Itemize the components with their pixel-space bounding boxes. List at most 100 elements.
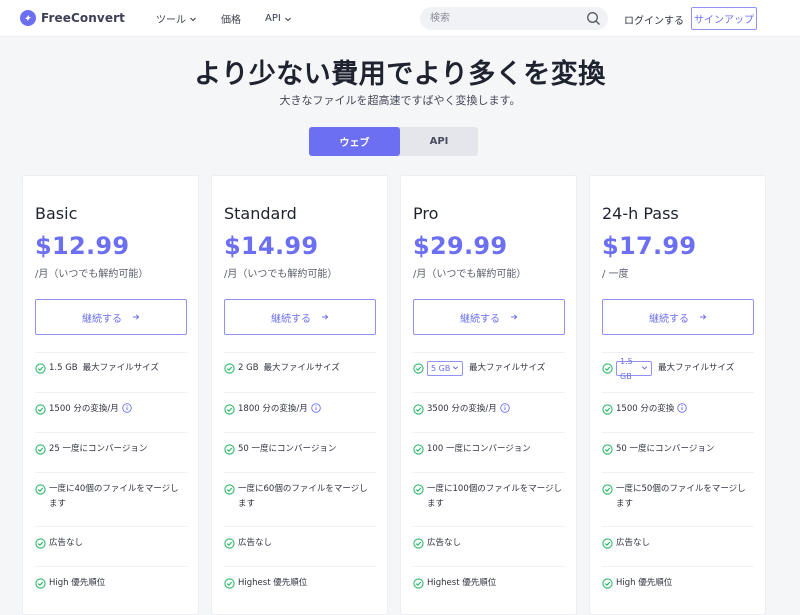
check-icon [413,484,424,495]
tab-api[interactable]: API [400,127,478,156]
feature-label: 一度に50個のファイルをマージします [616,484,746,509]
plan-price: $29.99 [413,232,508,260]
check-icon [413,578,424,589]
continue-button-label: 継続する [82,313,122,325]
feature-priority: High 優先順位 [602,566,754,606]
check-icon [35,404,46,415]
plan-type-toggle: ウェブ API [309,127,478,156]
feature-label: 分の変換/月 [73,404,119,414]
tab-web[interactable]: ウェブ [309,127,400,156]
main-nav: ツール 価格 API [156,11,316,26]
continue-button-label: 継続する [460,313,500,325]
feature-label: Highest 優先順位 [427,578,497,588]
plan-price: $17.99 [602,232,697,260]
feature-merge: 一度に40個のファイルをマージします [35,472,187,526]
arrow-right-icon [694,313,707,321]
check-icon [35,578,46,589]
feature-value: 1800 [238,404,260,414]
plan-period: /月（いつでも解約可能） [413,269,527,280]
check-icon [602,363,613,374]
feature-value: 1500 [616,404,638,414]
feature-value: 3500 [427,404,449,414]
feature-priority: High 優先順位 [35,566,187,606]
arrow-right-icon [316,313,329,321]
top-navbar: FreeConvert ツール 価格 API ログインする サインアップ [0,0,800,37]
feature-concurrent: 100 一度にコンバージョン [413,432,565,472]
check-icon [602,404,613,415]
chevron-down-icon [284,17,291,21]
logo[interactable]: FreeConvert [20,10,125,26]
check-icon [602,578,613,589]
plan-name: 24-h Pass [602,204,679,223]
check-icon [413,444,424,455]
nav-pricing[interactable]: 価格 [221,11,241,26]
nav-pricing-label: 価格 [221,15,241,26]
file-size-value: 1.5 GB [620,356,633,381]
feature-priority: Highest 優先順位 [413,566,565,606]
arrow-right-icon [505,313,518,321]
feature-label: 最大ファイルサイズ [263,363,340,373]
plan-name: Pro [413,204,439,223]
continue-button[interactable]: 継続する [602,299,754,335]
feature-value: 50 [616,444,627,454]
file-size-select[interactable]: 1.5 GB [616,357,652,381]
feature-concurrent: 25 一度にコンバージョン [35,432,187,472]
login-link[interactable]: ログインする [624,12,684,27]
nav-tools-label: ツール [156,15,186,26]
feature-value: 100 [427,444,444,454]
check-icon [413,404,424,415]
signup-button[interactable]: サインアップ [691,7,757,30]
feature-conversions: 1500 分の変換 [602,392,754,432]
file-size-value: 2 GB [238,363,259,373]
info-icon[interactable] [310,403,321,413]
info-icon[interactable] [121,403,132,413]
feature-max-file-size: 5 GB 最大ファイルサイズ [413,352,565,392]
continue-button[interactable]: 継続する [35,299,187,335]
search-icon[interactable] [586,11,601,26]
feature-conversions: 3500 分の変換/月 [413,392,565,432]
feature-label: 分の変換 [640,404,675,414]
file-size-value: 1.5 GB [49,363,78,373]
check-icon [224,578,235,589]
chevron-down-icon [452,361,459,376]
feature-label: 分の変換/月 [451,404,497,414]
check-icon [413,538,424,549]
feature-max-file-size: 1.5 GB 最大ファイルサイズ [602,352,754,392]
continue-button[interactable]: 継続する [224,299,376,335]
feature-label: 広告なし [427,538,462,548]
check-icon [35,538,46,549]
feature-merge: 一度に100個のファイルをマージします [413,472,565,526]
feature-max-file-size: 2 GB 最大ファイルサイズ [224,352,376,392]
feature-label: 最大ファイルサイズ [658,363,735,373]
continue-button[interactable]: 継続する [413,299,565,335]
chevron-down-icon [641,361,648,376]
plan-period: /月（いつでも解約可能） [35,269,149,280]
plan-name: Standard [224,204,297,223]
check-icon [224,484,235,495]
feature-concurrent: 50 一度にコンバージョン [224,432,376,472]
check-icon [224,363,235,374]
nav-api[interactable]: API [265,11,292,26]
check-icon [35,363,46,374]
feature-value: 1500 [49,404,71,414]
file-size-select[interactable]: 5 GB [427,361,463,376]
check-icon [602,444,613,455]
logo-icon [20,10,36,26]
info-icon[interactable] [499,403,510,413]
feature-label: 一度にコンバージョン [62,444,148,454]
feature-label: 一度にコンバージョン [629,444,715,454]
feature-label: 広告なし [49,538,84,548]
feature-conversions: 1800 分の変換/月 [224,392,376,432]
feature-label: 最大ファイルサイズ [469,363,546,373]
check-icon [413,363,424,374]
nav-tools[interactable]: ツール [156,11,197,26]
arrow-right-icon [127,313,140,321]
feature-max-file-size: 1.5 GB 最大ファイルサイズ [35,352,187,392]
feature-label: 広告なし [238,538,273,548]
plan-card: 24-h Pass $17.99 / 一度継続する 1.5 GB 最大ファイルサイズ 15… [589,175,766,615]
info-icon[interactable] [677,403,688,413]
check-icon [224,404,235,415]
plan-period: / 一度 [602,269,629,280]
search-input[interactable] [430,7,580,30]
feature-value: 25 [49,444,60,454]
